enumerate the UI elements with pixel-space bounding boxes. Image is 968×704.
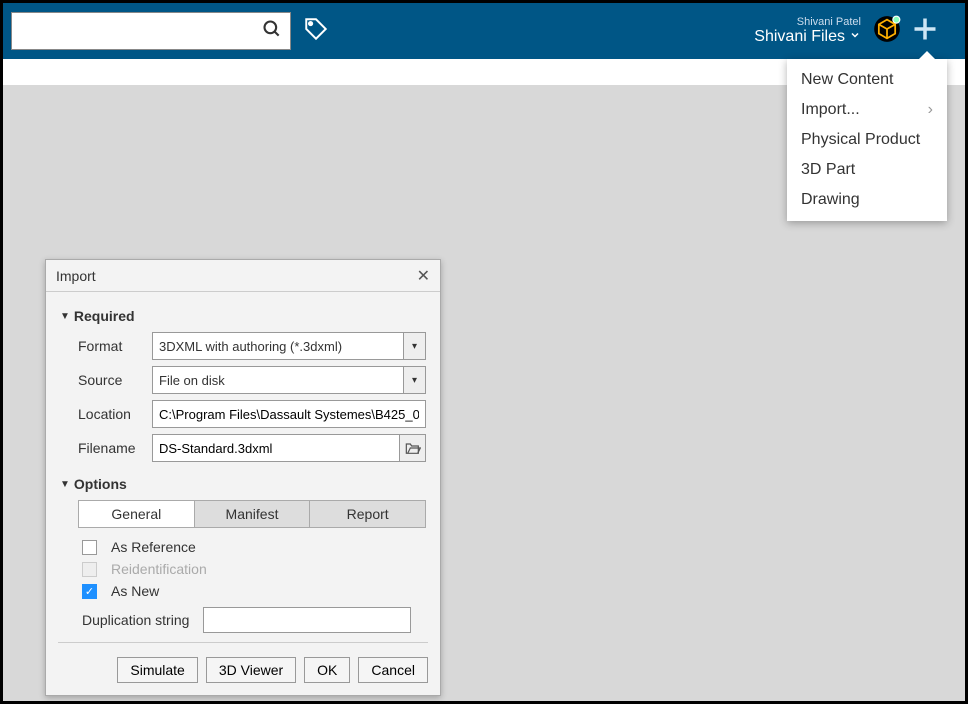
user-block: Shivani Patel Shivani Files [754, 16, 861, 46]
import-dialog: Import ✕ ▼ Required Format 3DXML with au… [45, 259, 441, 696]
menu-item-label: New Content [801, 71, 894, 89]
menu-item-label: Import... [801, 101, 860, 119]
cancel-button[interactable]: Cancel [358, 657, 428, 683]
duplication-label: Duplication string [82, 612, 189, 628]
ok-button[interactable]: OK [304, 657, 350, 683]
add-menu: New Content Import... › Physical Product… [787, 59, 947, 221]
plus-icon[interactable] [911, 15, 939, 48]
cube-icon[interactable] [873, 15, 901, 48]
menu-item-label: Physical Product [801, 131, 920, 149]
menu-item-label: 3D Part [801, 161, 855, 179]
format-combo-arrow[interactable]: ▾ [404, 332, 426, 360]
search-box[interactable] [11, 12, 291, 50]
filename-input[interactable] [152, 434, 400, 462]
dialog-titlebar[interactable]: Import ✕ [46, 260, 440, 292]
source-label: Source [60, 372, 152, 388]
context-selector[interactable]: Shivani Files [754, 28, 861, 46]
close-icon[interactable]: ✕ [417, 266, 430, 286]
option-reidentification: Reidentification [60, 558, 426, 580]
checkbox-as-reference[interactable] [82, 540, 97, 555]
folder-open-icon [405, 441, 421, 455]
option-label: As Reference [111, 539, 196, 555]
options-tabs: General Manifest Report [78, 500, 426, 528]
search-input[interactable] [20, 23, 262, 39]
dialog-body: ▼ Required Format 3DXML with authoring (… [46, 292, 440, 642]
location-label: Location [60, 406, 152, 422]
chevron-down-icon [849, 28, 861, 46]
tab-report[interactable]: Report [310, 500, 426, 528]
source-combo[interactable]: File on disk [152, 366, 404, 394]
browse-button[interactable] [400, 434, 426, 462]
menu-drawing[interactable]: Drawing [787, 185, 947, 215]
location-input[interactable] [152, 400, 426, 428]
collapse-icon: ▼ [60, 479, 70, 490]
section-options-header[interactable]: ▼ Options [60, 476, 426, 492]
row-source: Source File on disk ▾ [60, 366, 426, 394]
menu-3d-part[interactable]: 3D Part [787, 155, 947, 185]
menu-new-content[interactable]: New Content [787, 65, 947, 95]
simulate-button[interactable]: Simulate [117, 657, 197, 683]
app-window: Shivani Patel Shivani Files New Content … [3, 3, 965, 701]
row-format: Format 3DXML with authoring (*.3dxml) ▾ [60, 332, 426, 360]
section-required-header[interactable]: ▼ Required [60, 308, 426, 324]
source-combo-arrow[interactable]: ▾ [404, 366, 426, 394]
tab-manifest[interactable]: Manifest [195, 500, 311, 528]
user-name: Shivani Patel [754, 16, 861, 28]
row-filename: Filename [60, 434, 426, 462]
row-duplication-string: Duplication string [60, 602, 426, 638]
checkbox-as-new[interactable]: ✓ [82, 584, 97, 599]
option-as-new: ✓ As New [60, 580, 426, 602]
dialog-title: Import [56, 268, 96, 284]
format-label: Format [60, 338, 152, 354]
option-label: Reidentification [111, 561, 207, 577]
menu-item-label: Drawing [801, 191, 860, 209]
chevron-right-icon: › [928, 101, 933, 119]
section-label: Required [74, 308, 135, 324]
duplication-input[interactable] [203, 607, 411, 633]
tab-general[interactable]: General [78, 500, 195, 528]
menu-import[interactable]: Import... › [787, 95, 947, 125]
row-location: Location [60, 400, 426, 428]
dialog-footer: Simulate 3D Viewer OK Cancel [46, 643, 440, 695]
menu-physical-product[interactable]: Physical Product [787, 125, 947, 155]
topbar-right: Shivani Patel Shivani Files [754, 3, 939, 59]
top-bar: Shivani Patel Shivani Files [3, 3, 965, 59]
option-as-reference: As Reference [60, 536, 426, 558]
format-combo[interactable]: 3DXML with authoring (*.3dxml) [152, 332, 404, 360]
collapse-icon: ▼ [60, 311, 70, 322]
filename-label: Filename [60, 440, 152, 456]
context-label: Shivani Files [754, 28, 845, 46]
checkbox-reidentification [82, 562, 97, 577]
section-label: Options [74, 476, 127, 492]
tag-icon[interactable] [303, 16, 329, 47]
option-label: As New [111, 583, 159, 599]
3d-viewer-button[interactable]: 3D Viewer [206, 657, 296, 683]
search-icon[interactable] [262, 19, 282, 44]
